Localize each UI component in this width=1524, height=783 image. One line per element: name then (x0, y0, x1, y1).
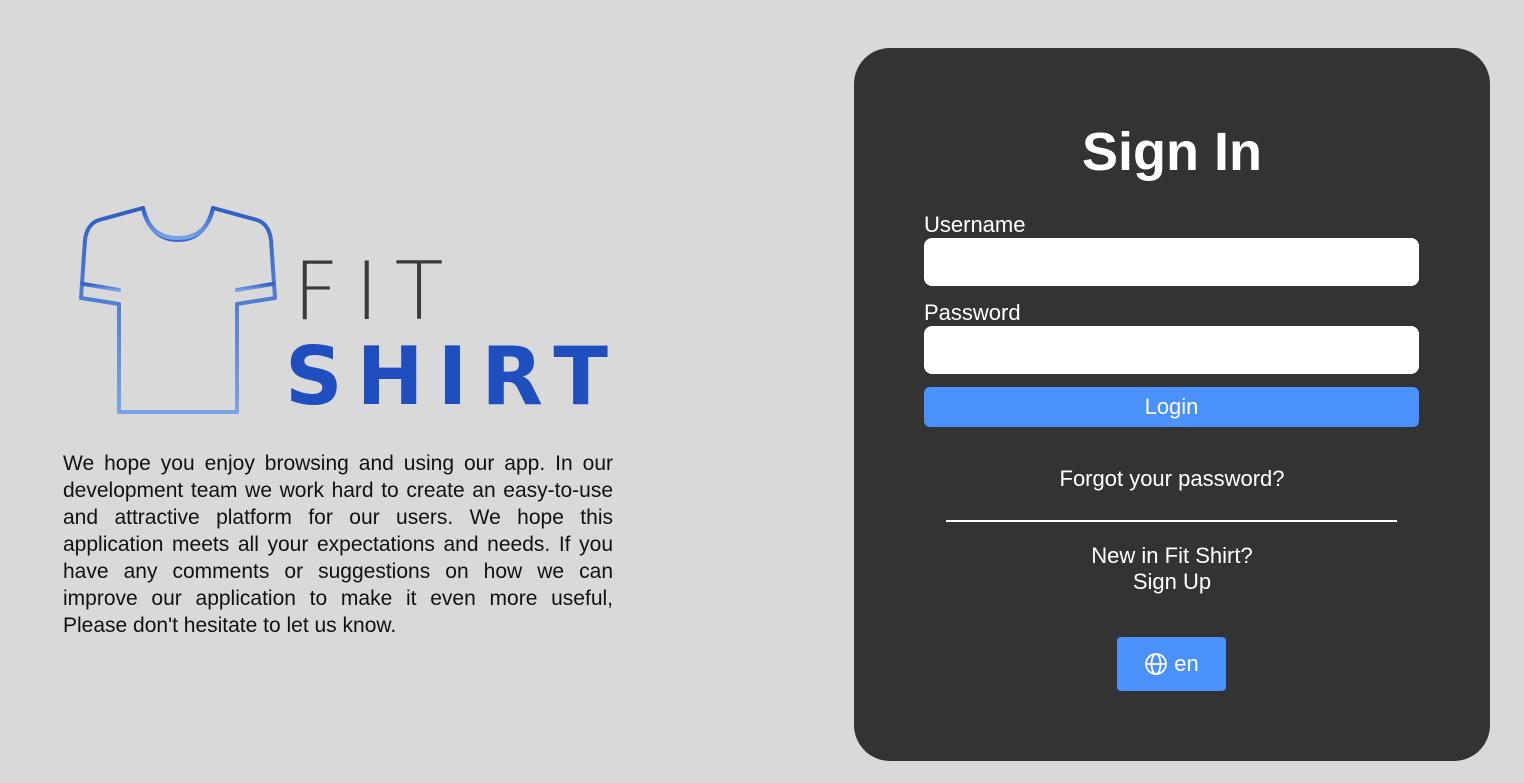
intro-text: We hope you enjoy browsing and using our… (63, 452, 613, 637)
signin-title: Sign In (1082, 122, 1262, 182)
new-user-text: New in Fit Shirt? (1091, 543, 1253, 568)
sign-up-link[interactable]: Sign Up (854, 569, 1490, 595)
divider (946, 520, 1397, 522)
t-shirt-icon (79, 206, 277, 414)
signin-card: Sign In Username Password Login Forgot y… (854, 48, 1490, 761)
forgot-password-link[interactable]: Forgot your password? (854, 466, 1490, 492)
language-label: en (1174, 651, 1199, 676)
login-button[interactable]: Login (924, 387, 1419, 427)
logo-word-shirt: SHIRT (285, 330, 622, 423)
logo-word-fit: FIT (293, 245, 460, 338)
login-page: FIT SHIRT We hope you enjoy browsing and… (0, 0, 1524, 783)
globe-icon (1145, 653, 1168, 675)
language-button[interactable]: en (1117, 637, 1226, 691)
password-label: Password (924, 300, 1021, 325)
username-label: Username (924, 212, 1026, 237)
brand-section: FIT SHIRT We hope you enjoy browsing and… (63, 200, 613, 639)
password-input[interactable] (924, 326, 1419, 374)
fit-shirt-logo: FIT SHIRT (63, 200, 608, 420)
username-input[interactable] (924, 238, 1419, 286)
